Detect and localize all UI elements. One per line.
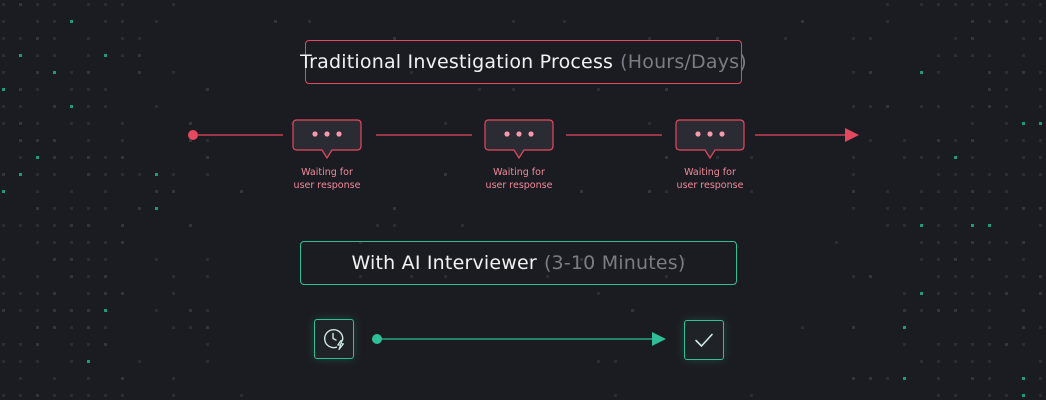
clock-lightning-icon <box>314 319 354 359</box>
step-label: Waiting for user response <box>485 167 553 191</box>
step-label: Waiting for user response <box>676 167 744 191</box>
traditional-timeline <box>188 119 859 346</box>
speech-bubble-ellipsis-icon <box>292 119 362 160</box>
ai-title-text: With AI Interviewer <box>351 252 537 274</box>
timeline-arrowhead <box>845 128 859 142</box>
ai-timeline-start-dot <box>372 334 382 344</box>
ai-interviewer-title: With AI Interviewer (3-10 Minutes) <box>300 241 737 285</box>
ai-duration-text: (3-10 Minutes) <box>543 252 686 274</box>
timeline-start-dot <box>188 130 198 140</box>
speech-bubble-ellipsis-icon <box>484 119 554 160</box>
checkmark-icon <box>684 320 724 360</box>
speech-bubble-ellipsis-icon <box>675 119 745 160</box>
ai-timeline-arrowhead <box>652 332 666 346</box>
step-label: Waiting for user response <box>293 167 361 191</box>
